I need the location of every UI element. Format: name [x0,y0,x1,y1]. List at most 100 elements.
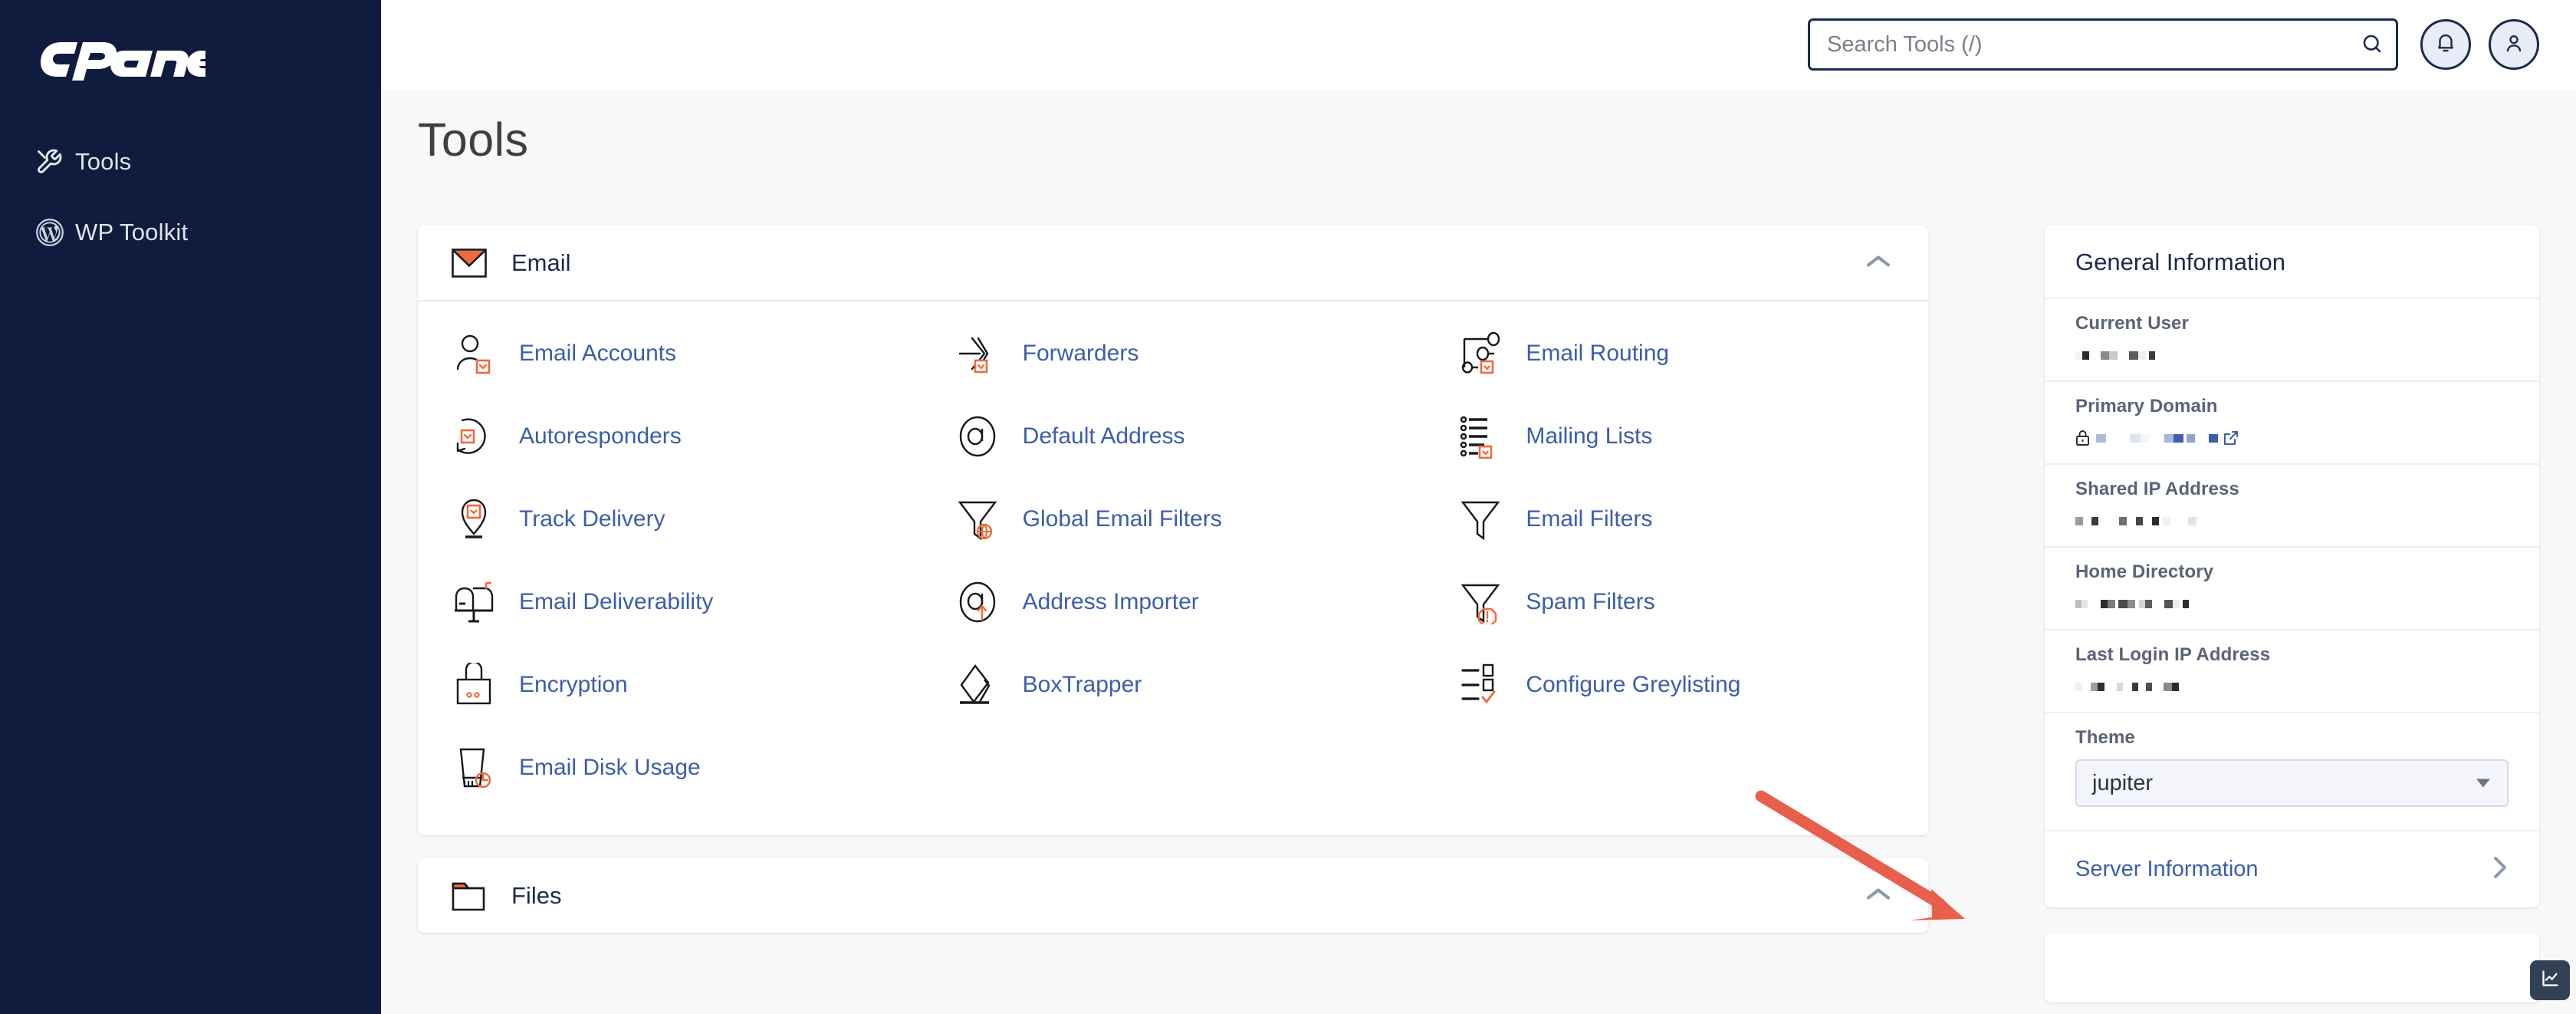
info-value-redacted [2075,345,2509,365]
search-input[interactable] [1810,31,2348,58]
notifications-button[interactable] [2420,19,2471,70]
tool-label: Encryption [519,672,628,697]
info-value-redacted [2075,511,2509,531]
tool-label: Track Delivery [519,506,665,532]
theme-label: Theme [2075,727,2135,748]
default-address-icon [955,414,1023,459]
spam-filters-icon [1458,580,1526,624]
left-sidebar: Tools WP Toolkit [0,0,381,1014]
tool-forwarders[interactable]: Forwarders [922,312,1425,395]
external-link-icon[interactable] [2223,430,2239,446]
sidebar-item-label: Tools [75,148,132,175]
theme-select[interactable]: jupiter [2075,759,2509,807]
sidebar-item-label: WP Toolkit [75,219,189,245]
lock-icon [2075,430,2090,446]
tool-email-accounts[interactable]: Email Accounts [418,312,922,395]
address-importer-icon [955,580,1023,624]
tool-global-email-filters[interactable]: Global Email Filters [922,478,1425,561]
redacted-text [2075,516,2196,525]
sidebar-item-tools[interactable]: Tools [0,140,381,183]
redacted-text [2075,682,2180,691]
chevron-down-icon [2476,779,2490,788]
panel-title: Files [511,881,562,909]
email-accounts-icon [452,331,519,376]
account-button[interactable] [2489,19,2539,70]
info-label: Shared IP Address [2075,479,2239,499]
search-box[interactable] [1808,18,2398,71]
panel-email: Email Email Accounts Forwarders Email Ro… [418,226,1928,835]
page-title: Tools [418,114,529,166]
tool-label: Email Routing [1526,341,1670,366]
info-value-redacted [2075,428,2509,448]
email-filters-icon [1458,497,1526,542]
tool-spam-filters[interactable]: Spam Filters [1424,561,1928,644]
configure-greylisting-icon [1458,663,1526,707]
panel-title: Email [511,249,571,276]
tool-mailing-lists[interactable]: Mailing Lists [1424,395,1928,478]
envelope-icon [452,248,508,278]
top-bar [381,0,2576,90]
forwarders-icon [955,331,1023,376]
tool-email-routing[interactable]: Email Routing [1424,312,1928,395]
info-value-redacted [2075,677,2509,696]
tool-label: Mailing Lists [1526,423,1653,449]
cpanel-logo[interactable] [38,37,205,84]
autoresponders-icon [452,414,519,459]
stats-fab-button[interactable] [2530,960,2570,1000]
tool-label: Forwarders [1022,341,1139,366]
user-icon [2502,31,2525,58]
secondary-card [2045,933,2539,1002]
panel-files-header[interactable]: Files [418,858,1928,933]
general-information-card: General Information Current User Primary… [2045,226,2539,907]
track-delivery-icon [452,497,519,542]
tool-label: Configure Greylisting [1526,672,1741,697]
tool-label: Default Address [1022,423,1185,449]
info-row-last-login-ip-address: Last Login IP Address [2045,629,2539,712]
info-row-current-user: Current User [2045,298,2539,380]
tool-label: BoxTrapper [1022,672,1142,697]
tool-configure-greylisting[interactable]: Configure Greylisting [1424,644,1928,726]
sidebar-item-wp-toolkit[interactable]: WP Toolkit [0,211,381,254]
redacted-text [2096,433,2219,443]
chevron-up-icon[interactable] [1865,885,1891,906]
info-row-shared-ip-address: Shared IP Address [2045,463,2539,546]
tool-track-delivery[interactable]: Track Delivery [418,478,922,561]
tool-label: Email Disk Usage [519,755,701,780]
folder-icon [452,881,508,911]
redacted-text [2075,599,2190,608]
tool-label: Email Accounts [519,341,677,366]
tool-default-address[interactable]: Default Address [922,395,1425,478]
info-label: Home Directory [2075,561,2214,582]
info-value-redacted [2075,594,2509,614]
tool-email-filters[interactable]: Email Filters [1424,478,1928,561]
panel-email-tools: Email Accounts Forwarders Email Routing … [418,301,1928,835]
tool-label: Email Deliverability [519,589,714,614]
main-content: Tools Email Email Accounts Forwarders Em… [381,90,2576,1014]
email-routing-icon [1458,331,1526,376]
server-information-link[interactable]: Server Information [2045,830,2539,907]
search-button[interactable] [2348,21,2396,68]
info-row-primary-domain: Primary Domain [2045,380,2539,463]
theme-selected-value: jupiter [2092,770,2153,795]
info-label: Current User [2075,313,2189,334]
right-rail: General Information Current User Primary… [2045,226,2539,1014]
info-label: Last Login IP Address [2075,644,2271,665]
tool-address-importer[interactable]: Address Importer [922,561,1425,644]
tool-boxtrapper[interactable]: BoxTrapper [922,644,1425,726]
tool-label: Autoresponders [519,423,682,449]
panel-email-header[interactable]: Email [418,226,1928,300]
tool-label: Email Filters [1526,506,1653,532]
tool-email-deliverability[interactable]: Email Deliverability [418,561,922,644]
theme-row: Theme jupiter [2045,712,2539,830]
tool-email-disk-usage[interactable]: Email Disk Usage [418,726,922,809]
tool-encryption[interactable]: Encryption [418,644,922,726]
chevron-up-icon[interactable] [1865,252,1891,273]
tool-panels: Email Email Accounts Forwarders Email Ro… [418,226,1928,956]
info-row-home-directory: Home Directory [2045,546,2539,629]
card-title: General Information [2075,249,2285,275]
tool-autoresponders[interactable]: Autoresponders [418,395,922,478]
search-icon [2361,32,2384,58]
chart-icon [2540,968,2561,993]
boxtrapper-icon [955,663,1023,707]
wordpress-icon [35,218,75,247]
